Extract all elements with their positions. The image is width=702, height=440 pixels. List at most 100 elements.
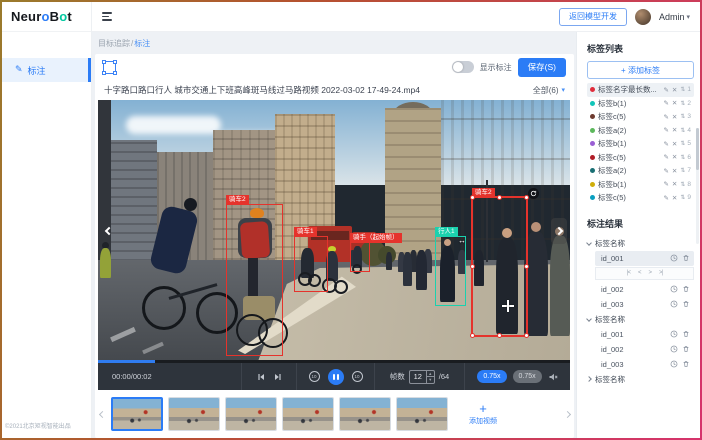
collapse-menu-icon[interactable] [102, 12, 113, 21]
rewind-10-icon[interactable]: 10 [309, 371, 320, 382]
trash-icon[interactable] [682, 360, 690, 368]
annotation-box[interactable]: 骑手（起始帧） [350, 242, 370, 272]
resize-handle[interactable] [497, 195, 502, 200]
label-shortcut[interactable]: ⇅2 [680, 100, 691, 107]
prev-video-chevron[interactable] [101, 218, 117, 244]
clock-icon[interactable] [670, 254, 678, 262]
label-list-item[interactable]: 标签b(1) ✎ ✕ ⇅5 [587, 137, 694, 151]
sidebar-item-annotate[interactable]: ✎ 标注 [2, 58, 91, 82]
result-item[interactable]: id_001 [595, 251, 694, 266]
last-frame-button[interactable]: >| [659, 270, 662, 276]
label-list-item[interactable]: 标签a(2) ✎ ✕ ⇅4 [587, 124, 694, 138]
edit-icon[interactable]: ✎ [663, 167, 668, 175]
next-frame-icon[interactable] [273, 372, 283, 382]
rotate-handle-icon[interactable] [528, 188, 539, 199]
filmstrip-left-chevron[interactable] [97, 412, 107, 417]
label-shortcut[interactable]: ⇅5 [680, 140, 691, 147]
first-frame-button[interactable]: |< [627, 270, 630, 276]
trash-icon[interactable] [682, 345, 690, 353]
result-group-header[interactable]: 标签名称 [587, 372, 694, 387]
close-icon[interactable]: ✕ [672, 86, 677, 94]
video-canvas[interactable]: 骑车2骑车1骑手（起始帧）行人1骑车2 ↔ [98, 100, 570, 360]
clock-icon[interactable] [670, 300, 678, 308]
video-thumbnail[interactable] [396, 397, 448, 431]
next-frame-button[interactable]: > [649, 270, 652, 276]
annotation-box[interactable]: 骑车2 [471, 196, 528, 337]
close-icon[interactable]: ✕ [672, 180, 677, 188]
close-icon[interactable]: ✕ [672, 113, 677, 121]
close-icon[interactable]: ✕ [672, 99, 677, 107]
result-group-header[interactable]: 标签名称 [587, 236, 694, 251]
avatar[interactable] [635, 9, 651, 25]
add-video-button[interactable]: + 添加视频 [452, 395, 514, 433]
spinner-down-icon[interactable]: ▼ [427, 377, 434, 383]
edit-icon[interactable]: ✎ [663, 99, 668, 107]
annotation-box[interactable]: 骑车2 [226, 204, 283, 356]
resize-handle[interactable] [524, 264, 529, 269]
label-shortcut[interactable]: ⇅8 [680, 181, 691, 188]
edit-icon[interactable]: ✎ [663, 140, 668, 148]
filmstrip-right-chevron[interactable] [562, 412, 572, 417]
video-thumbnail[interactable] [225, 397, 277, 431]
next-video-chevron[interactable] [551, 218, 567, 244]
edit-icon[interactable]: ✎ [663, 86, 668, 94]
clock-icon[interactable] [670, 285, 678, 293]
label-shortcut[interactable]: ⇅1 [680, 86, 691, 93]
trash-icon[interactable] [682, 300, 690, 308]
resize-handle[interactable] [470, 333, 475, 338]
pause-button[interactable] [328, 369, 344, 385]
add-label-button[interactable]: + 添加标签 [587, 61, 694, 79]
video-thumbnail[interactable] [111, 397, 163, 431]
resize-handle[interactable] [497, 333, 502, 338]
result-item[interactable]: id_003 [595, 297, 694, 312]
progress-bar[interactable] [98, 360, 570, 363]
speed-pill-secondary[interactable]: 0.75x [513, 370, 542, 383]
clock-icon[interactable] [670, 330, 678, 338]
result-item[interactable]: id_002 [595, 282, 694, 297]
edit-icon[interactable]: ✎ [663, 180, 668, 188]
label-list-item[interactable]: 标签a(2) ✎ ✕ ⇅7 [587, 164, 694, 178]
label-list-item[interactable]: 标签c(5) ✎ ✕ ⇅3 [587, 110, 694, 124]
label-list-item[interactable]: 标签名字最长数... ✎ ✕ ⇅1 [587, 83, 694, 97]
resize-handle[interactable] [470, 264, 475, 269]
result-item[interactable]: id_003 [595, 357, 694, 372]
result-item[interactable]: id_001 [595, 327, 694, 342]
close-icon[interactable]: ✕ [672, 140, 677, 148]
close-icon[interactable]: ✕ [672, 167, 677, 175]
resize-handle[interactable] [524, 333, 529, 338]
speed-pill-primary[interactable]: 0.75x [477, 370, 506, 383]
bbox-tool-icon[interactable] [103, 61, 116, 74]
label-shortcut[interactable]: ⇅4 [680, 127, 691, 134]
result-item[interactable]: id_002 [595, 342, 694, 357]
label-shortcut[interactable]: ⇅9 [680, 194, 691, 201]
clock-icon[interactable] [670, 345, 678, 353]
filter-dropdown[interactable]: 全部(6) ▾ [533, 85, 565, 96]
label-list-item[interactable]: 标签b(1) ✎ ✕ ⇅2 [587, 97, 694, 111]
mute-speaker-icon[interactable] [548, 372, 558, 382]
show-annotation-toggle[interactable] [452, 61, 474, 73]
annotation-box[interactable]: 行人1 [435, 236, 466, 306]
video-thumbnail[interactable] [339, 397, 391, 431]
label-shortcut[interactable]: ⇅7 [680, 167, 691, 174]
label-list-item[interactable]: 标签c(5) ✎ ✕ ⇅6 [587, 151, 694, 165]
label-list-item[interactable]: 标签c(5) ✎ ✕ ⇅9 [587, 191, 694, 205]
edit-icon[interactable]: ✎ [663, 126, 668, 134]
prev-frame-icon[interactable] [256, 372, 266, 382]
label-shortcut[interactable]: ⇅6 [680, 154, 691, 161]
back-to-model-dev-button[interactable]: 返回模型开发 [559, 8, 627, 26]
edit-icon[interactable]: ✎ [663, 113, 668, 121]
result-group-header[interactable]: 标签名称 [587, 312, 694, 327]
trash-icon[interactable] [682, 285, 690, 293]
forward-10-icon[interactable]: 10 [352, 371, 363, 382]
close-icon[interactable]: ✕ [672, 153, 677, 161]
label-shortcut[interactable]: ⇅3 [680, 113, 691, 120]
save-button[interactable]: 保存(S) [518, 58, 566, 77]
edit-icon[interactable]: ✎ [663, 194, 668, 202]
video-thumbnail[interactable] [168, 397, 220, 431]
clock-icon[interactable] [670, 360, 678, 368]
trash-icon[interactable] [682, 330, 690, 338]
close-icon[interactable]: ✕ [672, 126, 677, 134]
prev-frame-button[interactable]: < [638, 270, 641, 276]
trash-icon[interactable] [682, 254, 690, 262]
edit-icon[interactable]: ✎ [663, 153, 668, 161]
